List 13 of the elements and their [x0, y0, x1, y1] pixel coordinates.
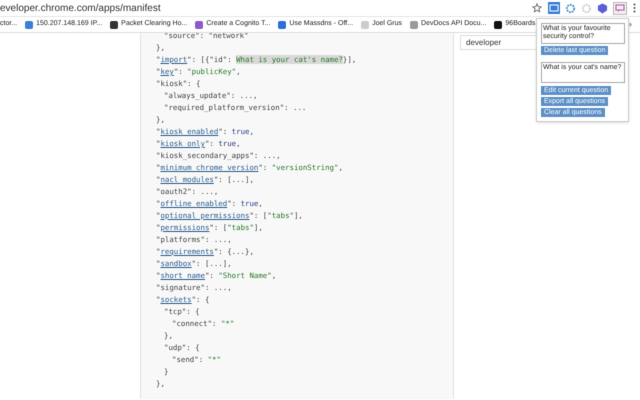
grid-icon[interactable]: [548, 2, 560, 14]
star-icon[interactable]: [532, 3, 542, 13]
bookmark-icon: [195, 20, 204, 28]
bookmark-icon: [494, 20, 502, 28]
bookmark-icon: [110, 20, 118, 28]
bookmark-icon: [25, 20, 34, 28]
bookmark-icon: [278, 20, 286, 28]
bookmark-icon: [410, 20, 418, 28]
menu-icon[interactable]: [633, 3, 636, 13]
shield-icon[interactable]: [597, 2, 608, 14]
chat-icon[interactable]: [613, 2, 627, 14]
bookmark-icon: [361, 20, 370, 28]
address-bar-url[interactable]: eveloper.chrome.com/apps/manifest: [0, 0, 532, 16]
